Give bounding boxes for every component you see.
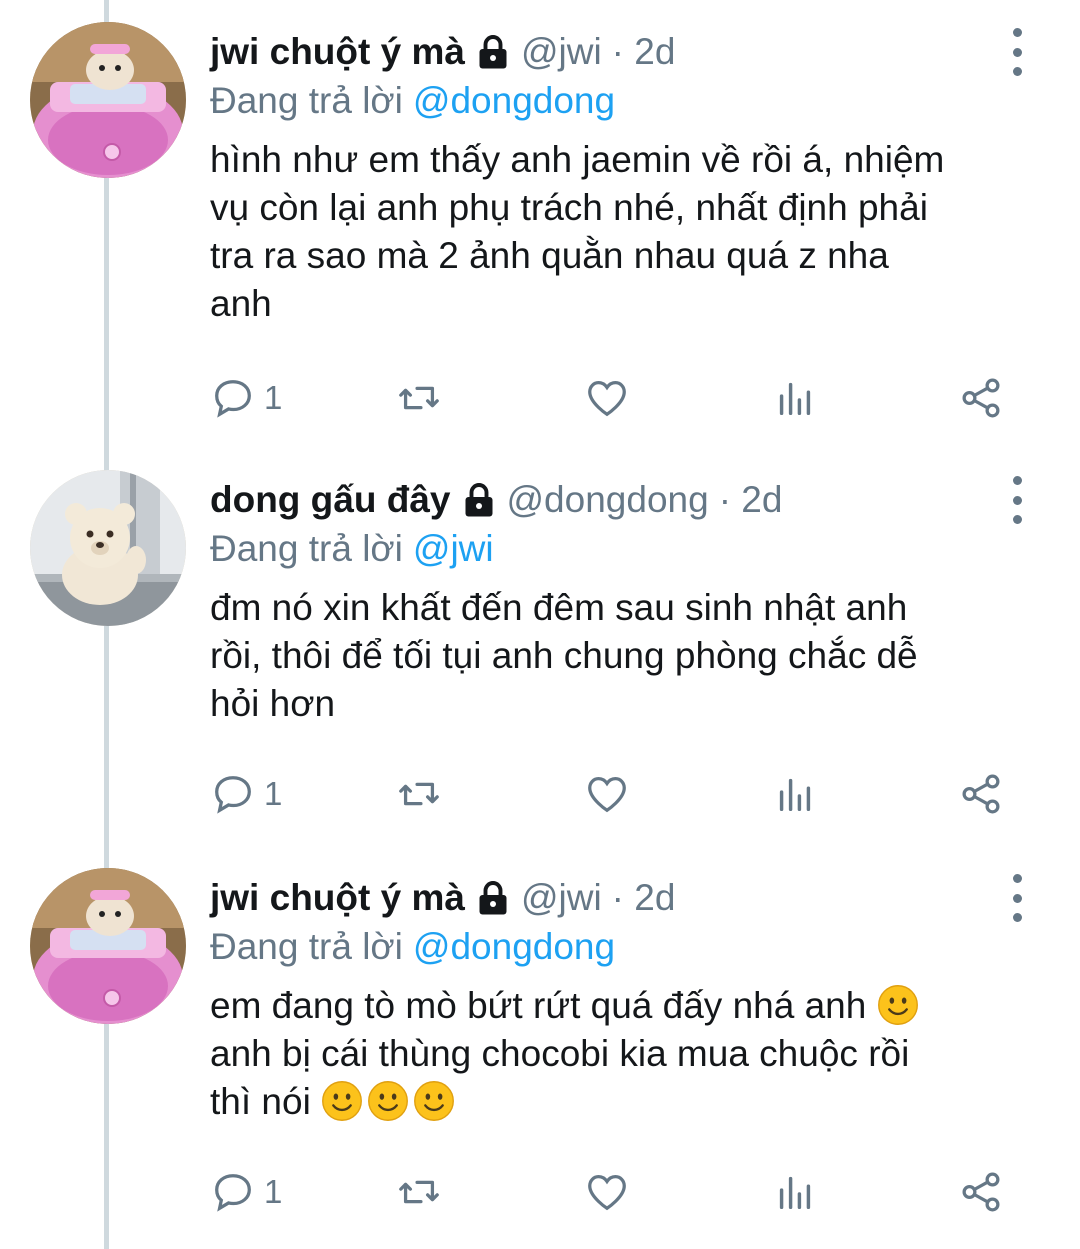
reply-button[interactable]: 1: [210, 368, 282, 428]
more-options-icon[interactable]: [1000, 874, 1034, 922]
share-icon: [962, 378, 1000, 418]
retweet-icon: [399, 782, 439, 806]
slightly-smiling-face-icon: [877, 985, 918, 1025]
reply-count: 1: [264, 775, 283, 812]
share-icon: [962, 774, 1000, 814]
lock-icon: [479, 35, 507, 69]
retweet-icon: [399, 1180, 439, 1204]
more-options-icon[interactable]: [1000, 476, 1034, 524]
like-button[interactable]: [584, 1162, 630, 1222]
slightly-smiling-face-icon: [368, 1081, 409, 1121]
tweet-header: jwi chuột ý mà @jwi · 2d: [210, 868, 675, 928]
tweet-text: đm nó xin khất đến đêm sau sinh nhật anh…: [210, 584, 1050, 728]
replying-to-link[interactable]: @dongdong: [413, 926, 615, 968]
tweet[interactable]: jwi chuột ý mà @jwi · 2d Đang trả lời @d…: [0, 22, 1080, 442]
retweet-button[interactable]: [396, 1162, 442, 1222]
tweet-text-line: đm nó xin khất đến đêm sau sinh nhật anh: [210, 587, 908, 628]
share-button[interactable]: [958, 764, 1004, 824]
heart-icon: [588, 777, 626, 813]
analytics-button[interactable]: [772, 368, 818, 428]
analytics-icon: [779, 1176, 811, 1210]
user-handle[interactable]: @dongdong: [507, 479, 709, 521]
lock-icon: [465, 483, 492, 517]
tweet-text-line: anh bị cái thùng chocobi kia mua chuộc r…: [210, 1033, 910, 1074]
reply-icon: [215, 1174, 251, 1212]
tweet-actions: 1: [210, 368, 1040, 428]
tweet-text: em đang tò mò bứt rứt quá đấy nhá anh an…: [210, 982, 1050, 1126]
reply-count: 1: [264, 379, 283, 416]
like-button[interactable]: [584, 368, 630, 428]
replying-label: Đang trả lời: [210, 528, 403, 569]
timestamp: · 2d: [611, 31, 676, 72]
replying-to: Đang trả lời @dongdong: [210, 76, 615, 126]
tweet-text-line: rồi, thôi để tối tụi anh chung phòng chắ…: [210, 635, 918, 676]
analytics-button[interactable]: [772, 764, 818, 824]
avatar[interactable]: [30, 868, 186, 1024]
reply-button[interactable]: 1: [210, 1162, 282, 1222]
share-button[interactable]: [958, 368, 1004, 428]
teddy-bear-avatar-icon: [30, 470, 186, 626]
tweet-text-line: anh: [210, 283, 272, 324]
tweet-text-line: hỏi hơn: [210, 683, 336, 724]
avatar[interactable]: [30, 470, 186, 626]
analytics-icon: [779, 778, 811, 812]
heart-icon: [588, 1175, 626, 1211]
user-handle[interactable]: @jwi: [521, 31, 602, 73]
lock-icon: [479, 881, 507, 915]
more-options-icon[interactable]: [1000, 28, 1034, 76]
tweet-text: hình như em thấy anh jaemin về rồi á, nh…: [210, 136, 1050, 328]
share-button[interactable]: [958, 1162, 1004, 1222]
share-icon: [962, 1172, 1000, 1212]
slightly-smiling-face-icon: [414, 1081, 455, 1121]
slightly-smiling-face-icon: [322, 1081, 363, 1121]
replying-to: Đang trả lời @jwi: [210, 524, 494, 574]
replying-to-link[interactable]: @dongdong: [413, 80, 615, 122]
retweet-button[interactable]: [396, 368, 442, 428]
tweet-actions: 1: [210, 764, 1040, 824]
tweet-actions: 1: [210, 1162, 1040, 1222]
analytics-button[interactable]: [772, 1162, 818, 1222]
tweet[interactable]: jwi chuột ý mà @jwi · 2d Đang trả lời @d…: [0, 868, 1080, 1248]
tweet-text-segment: thì nói: [210, 1081, 311, 1122]
reply-icon: [215, 776, 251, 814]
tweet[interactable]: dong gấu đây @dongdong · 2d Đang trả lời…: [0, 470, 1080, 850]
tweet-text-line: em đang tò mò bứt rứt quá đấy nhá anh: [210, 982, 1050, 1030]
timestamp: · 2d: [718, 479, 783, 520]
heart-icon: [588, 381, 626, 417]
tweet-text-line: thì nói: [210, 1078, 1050, 1126]
tweet-header: dong gấu đây @dongdong · 2d: [210, 470, 782, 530]
tweet-text-segment: em đang tò mò bứt rứt quá đấy nhá anh: [210, 985, 867, 1026]
replying-label: Đang trả lời: [210, 926, 403, 967]
user-handle[interactable]: @jwi: [521, 877, 602, 919]
replying-to-link[interactable]: @jwi: [413, 528, 494, 570]
like-button[interactable]: [584, 764, 630, 824]
timestamp: · 2d: [611, 877, 676, 918]
replying-to: Đang trả lời @dongdong: [210, 922, 615, 972]
tweet-header: jwi chuột ý mà @jwi · 2d: [210, 22, 675, 82]
analytics-icon: [779, 382, 811, 416]
reply-count: 1: [264, 1173, 283, 1210]
retweet-button[interactable]: [396, 764, 442, 824]
display-name[interactable]: jwi chuột ý mà: [210, 31, 465, 73]
hamster-avatar-icon: [30, 22, 186, 178]
display-name[interactable]: jwi chuột ý mà: [210, 877, 465, 919]
reply-button[interactable]: 1: [210, 764, 282, 824]
display-name[interactable]: dong gấu đây: [210, 479, 451, 521]
reply-icon: [215, 380, 251, 418]
replying-label: Đang trả lời: [210, 80, 403, 121]
tweet-text-line: vụ còn lại anh phụ trách nhé, nhất định …: [210, 187, 928, 228]
retweet-icon: [399, 386, 439, 410]
avatar[interactable]: [30, 22, 186, 178]
tweet-text-line: hình như em thấy anh jaemin về rồi á, nh…: [210, 139, 945, 180]
tweet-text-line: tra ra sao mà 2 ảnh quằn nhau quá z nha: [210, 235, 889, 276]
hamster-avatar-icon: [30, 868, 186, 1024]
